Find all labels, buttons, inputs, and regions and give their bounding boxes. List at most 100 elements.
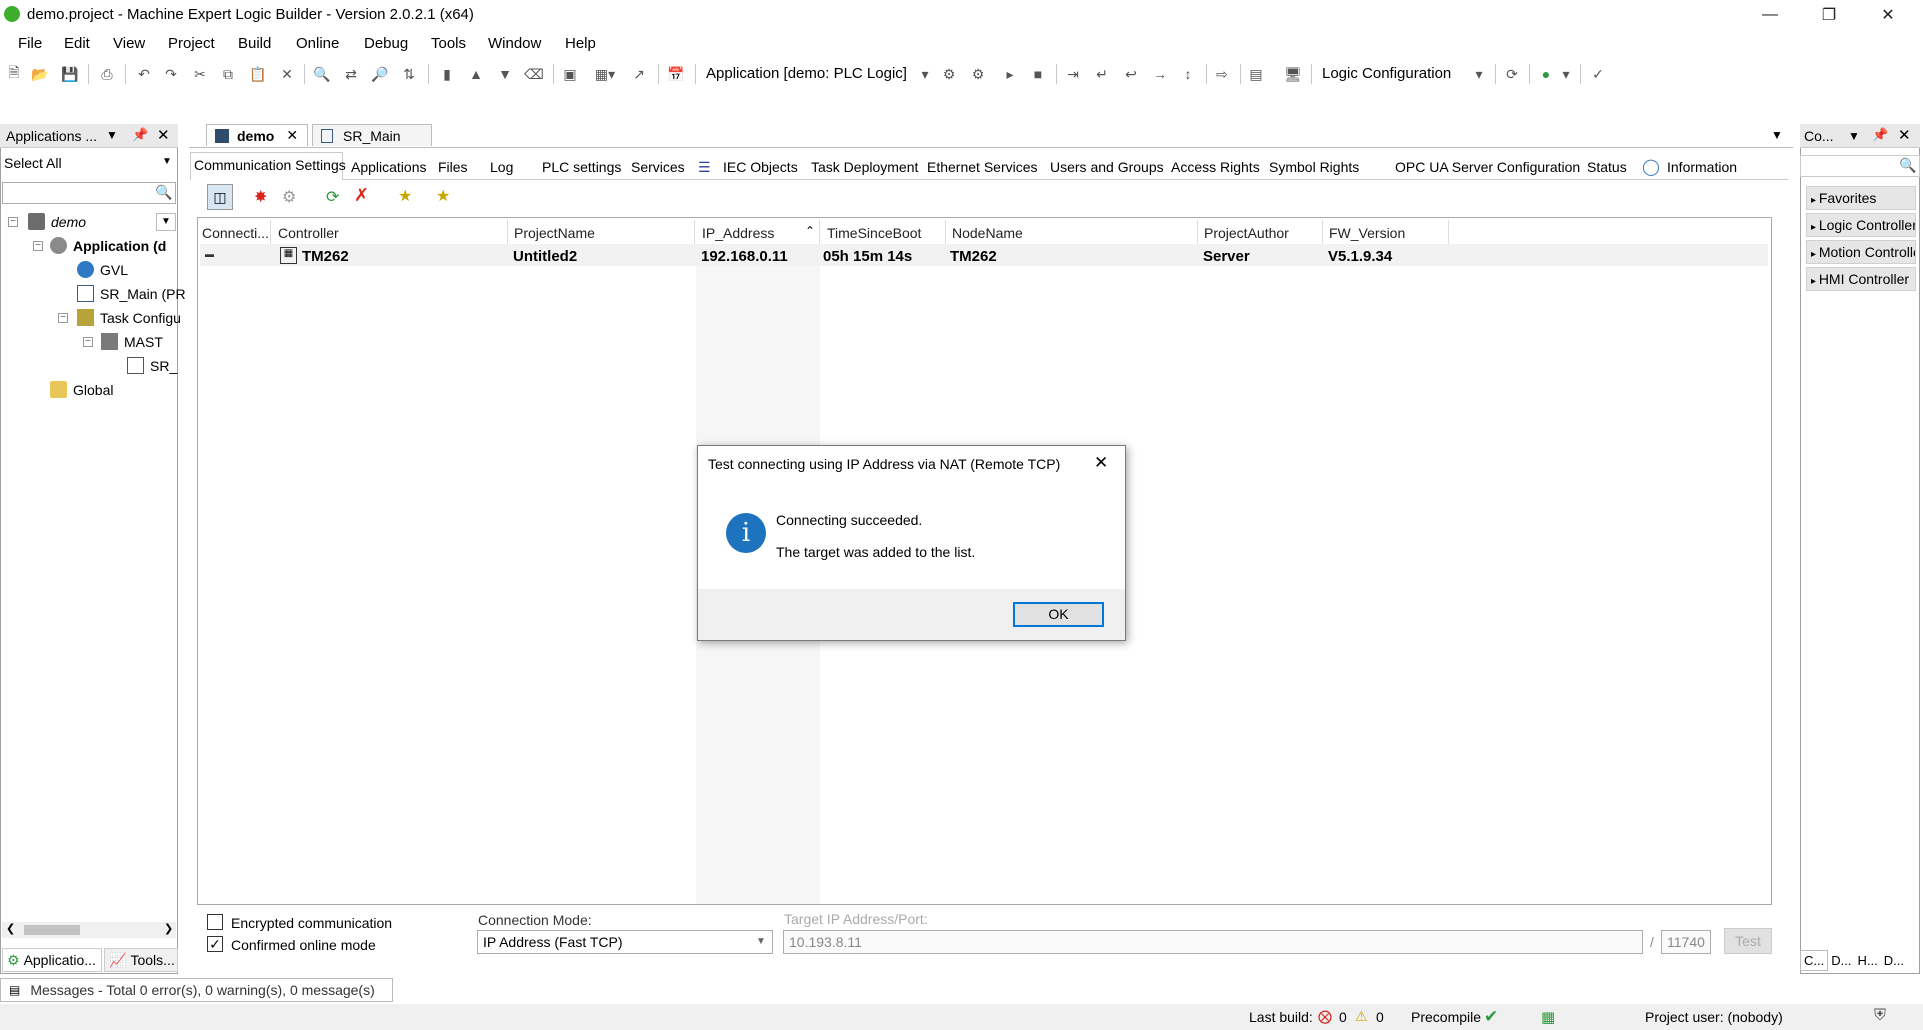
subtab-files[interactable]: Files	[438, 159, 468, 175]
subtab-applications[interactable]: Applications	[351, 159, 427, 175]
device-status-icon[interactable]: ▦	[1541, 1008, 1555, 1026]
window-icon[interactable]: ▣	[560, 64, 580, 84]
tree-collapse-icon[interactable]: −	[58, 313, 68, 323]
replace-all-icon[interactable]: ⇅	[399, 64, 419, 84]
subtab-information[interactable]: Information	[1667, 159, 1737, 175]
panel-close-icon[interactable]: ✕	[1898, 126, 1911, 144]
cut-icon[interactable]: ✂	[190, 64, 210, 84]
manage-favorites-icon[interactable]: ★	[436, 186, 450, 206]
catalog-item-hmi-controller[interactable]: ▸ HMI Controller	[1806, 267, 1916, 291]
device-icon[interactable]: 🖥	[1283, 64, 1303, 84]
encrypted-communication-checkbox[interactable]	[207, 914, 223, 930]
tree-item-demo[interactable]: demo	[28, 213, 86, 230]
layout-dropdown-icon[interactable]: ▦▾	[595, 64, 615, 84]
tree-item-task-configuration[interactable]: Task Configu	[77, 309, 181, 326]
subtab-opc-ua-server-configuration[interactable]: OPC UA Server Configuration	[1395, 159, 1580, 175]
tab-sr-main[interactable]: SR_Main	[312, 124, 432, 146]
column-header-project-name[interactable]: ProjectName	[514, 225, 595, 241]
tab-hardware[interactable]: H...	[1854, 951, 1880, 970]
pin-icon[interactable]: 📌	[132, 127, 148, 143]
subtab-plc-settings[interactable]: PLC settings	[542, 159, 621, 175]
show-current-icon[interactable]: ⇨	[1212, 64, 1232, 84]
add-favorite-icon[interactable]: ★	[398, 186, 412, 206]
undo-icon[interactable]: ↶	[134, 64, 154, 84]
panel-close-icon[interactable]: ✕	[157, 126, 170, 144]
tab-devices[interactable]: D...	[1828, 951, 1854, 970]
tree-horizontal-scrollbar[interactable]: ❮ ❯	[2, 922, 176, 938]
menu-project[interactable]: Project	[168, 35, 215, 52]
catalog-item-favorites[interactable]: ▸ Favorites	[1806, 186, 1916, 210]
tab-demo[interactable]: demo ✕	[206, 124, 308, 146]
ok-button[interactable]: OK	[1013, 602, 1104, 627]
replace-icon[interactable]: ⇄	[341, 64, 361, 84]
panel-menu-icon[interactable]: ▼	[106, 128, 118, 142]
remove-target-icon[interactable]: ✗	[354, 185, 369, 206]
tree-item-mast[interactable]: MAST	[101, 333, 163, 350]
subtab-symbol-rights[interactable]: Symbol Rights	[1269, 159, 1359, 175]
connection-mode-select[interactable]: IP Address (Fast TCP) ▼	[477, 930, 773, 954]
tree-item-application[interactable]: Application (d	[50, 237, 166, 254]
tree-dropdown-icon[interactable]: ▼	[156, 213, 176, 231]
tab-close-icon[interactable]: ✕	[286, 127, 298, 144]
tree-item-gvl[interactable]: GVL	[77, 261, 128, 278]
tree-collapse-icon[interactable]: −	[83, 337, 93, 347]
column-header-node-name[interactable]: NodeName	[952, 225, 1023, 241]
add-gateway-icon[interactable]: ✸	[254, 187, 267, 207]
subtab-status[interactable]: Status	[1587, 159, 1627, 175]
refresh-icon[interactable]: ⟳	[1502, 64, 1522, 84]
print-icon[interactable]: ⎙	[97, 64, 117, 84]
dialog-close-icon[interactable]: ✕	[1094, 453, 1108, 473]
paste-icon[interactable]: 📋	[248, 64, 268, 84]
gateway-settings-icon[interactable]: ⚙	[282, 187, 296, 207]
restore-icon[interactable]: ❐	[1800, 0, 1858, 30]
configuration-dropdown-icon[interactable]: ▾	[1469, 64, 1489, 84]
subtab-users-and-groups[interactable]: Users and Groups	[1050, 159, 1164, 175]
bookmark-clear-icon[interactable]: ⌫	[524, 64, 544, 84]
pin-icon[interactable]: 📌	[1872, 127, 1888, 143]
messages-tab[interactable]: ▤ Messages - Total 0 error(s), 0 warning…	[0, 978, 393, 1002]
test-button[interactable]: Test	[1724, 928, 1772, 954]
subtab-ethernet-services[interactable]: Ethernet Services	[927, 159, 1038, 175]
subtab-communication-settings[interactable]: Communication Settings	[194, 157, 346, 173]
subtab-services[interactable]: Services	[631, 159, 685, 175]
column-header-time-since-boot[interactable]: TimeSinceBoot	[827, 225, 921, 241]
find-icon[interactable]: 🔍	[312, 64, 332, 84]
scan-network-icon[interactable]: ⟳	[326, 187, 339, 207]
tab-applications-panel[interactable]: ⚙ Applicatio...	[2, 948, 102, 972]
login-icon[interactable]: ⚙	[939, 64, 959, 84]
column-header-controller[interactable]: Controller	[278, 225, 339, 241]
filter-select[interactable]: Select All ▼	[2, 152, 176, 174]
catalog-item-motion-controller[interactable]: ▸ Motion Controlle	[1806, 240, 1916, 264]
tree-collapse-icon[interactable]: −	[8, 217, 18, 227]
panel-menu-icon[interactable]: ▼	[1848, 129, 1860, 143]
menu-view[interactable]: View	[113, 35, 145, 52]
menu-build[interactable]: Build	[238, 35, 271, 52]
delete-icon[interactable]: ✕	[277, 64, 297, 84]
calendar-icon[interactable]: 📅	[666, 64, 686, 84]
stop-icon[interactable]: ■	[1028, 64, 1048, 84]
new-file-icon[interactable]: 🗎	[4, 64, 24, 84]
menu-help[interactable]: Help	[565, 35, 596, 52]
menu-tools[interactable]: Tools	[431, 35, 466, 52]
set-next-statement-icon[interactable]: ↕	[1178, 64, 1198, 84]
scroll-left-icon[interactable]: ❮	[6, 922, 15, 935]
target-address-input[interactable]: 10.193.8.11	[783, 930, 1643, 954]
login-status-icon[interactable]: ●	[1536, 64, 1556, 84]
start-icon[interactable]: ▸	[1000, 64, 1020, 84]
bookmark-icon[interactable]: ▮	[437, 64, 457, 84]
tab-catalog[interactable]: C...	[1800, 949, 1829, 971]
bookmark-next-icon[interactable]: ▲	[466, 64, 486, 84]
menu-debug[interactable]: Debug	[364, 35, 408, 52]
tab-tools-panel[interactable]: 📈 Tools...	[104, 948, 178, 972]
menu-online[interactable]: Online	[296, 35, 339, 52]
catalog-search-input[interactable]: 🔍	[1800, 155, 1920, 177]
scrollbar-thumb[interactable]	[24, 925, 80, 935]
tree-item-sr-main[interactable]: SR_Main (PR	[77, 285, 186, 302]
tree-collapse-icon[interactable]: −	[33, 241, 43, 251]
confirmed-online-mode-checkbox[interactable]: ✓	[207, 936, 223, 952]
step-out-icon[interactable]: ↩	[1121, 64, 1141, 84]
port-input[interactable]: 11740	[1661, 930, 1711, 954]
column-header-fw-version[interactable]: FW_Version	[1329, 225, 1405, 241]
bookmark-prev-icon[interactable]: ▼	[495, 64, 515, 84]
step-into-icon[interactable]: ↵	[1092, 64, 1112, 84]
